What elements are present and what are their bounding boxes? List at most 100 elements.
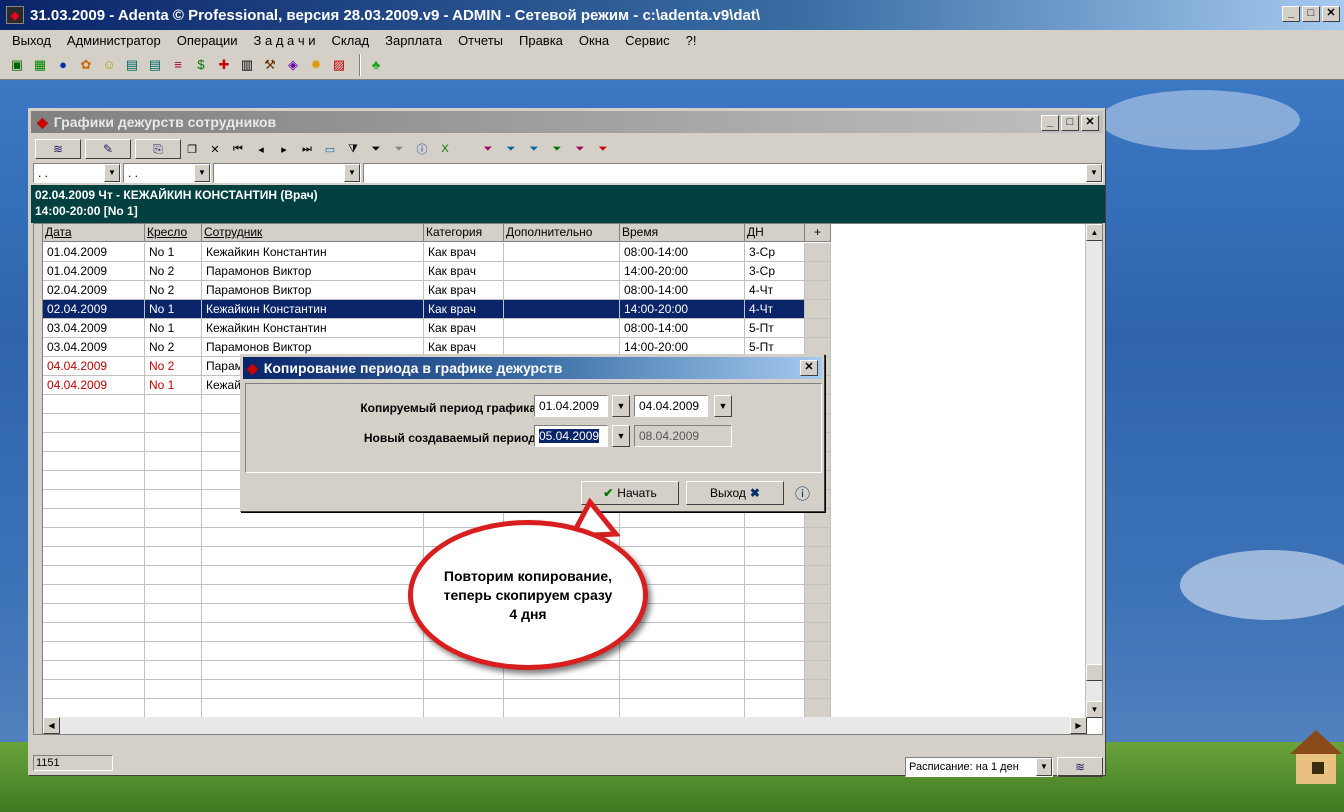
new-from-date[interactable]: 05.04.2009 <box>534 425 608 447</box>
menu-admin[interactable]: Администратор <box>59 33 169 48</box>
excel-icon[interactable]: X <box>438 141 452 157</box>
cell-chair[interactable]: No 2 <box>145 338 202 356</box>
cell-extra[interactable] <box>504 319 620 337</box>
cell-time[interactable]: 08:00-14:00 <box>620 243 745 261</box>
cell-day[interactable]: 3-Ср <box>745 262 805 280</box>
col-time[interactable]: Время <box>620 224 745 241</box>
cell-date[interactable]: 01.04.2009 <box>43 243 145 261</box>
tools-icon[interactable]: ⚒ <box>261 56 279 74</box>
col-category[interactable]: Категория <box>424 224 504 241</box>
vertical-scrollbar[interactable]: ▲ ▼ <box>1085 224 1102 718</box>
copy-schedule-button[interactable]: ⎘ <box>135 139 181 159</box>
sun-icon[interactable]: ✹ <box>307 56 325 74</box>
menu-exit[interactable]: Выход <box>4 33 59 48</box>
cell-date[interactable]: 03.04.2009 <box>43 319 145 337</box>
extra-filter[interactable]: ▼ <box>363 163 1103 183</box>
exit-button[interactable]: Выход ✖ <box>686 481 784 505</box>
patients-icon[interactable]: ▣ <box>8 56 26 74</box>
apply-schedule-button[interactable]: ≋ <box>1057 757 1103 777</box>
col-extra[interactable]: Дополнительно <box>504 224 620 241</box>
filter-add-icon[interactable]: ⧩ <box>346 141 360 157</box>
cell-time[interactable]: 14:00-20:00 <box>620 262 745 280</box>
smile-icon[interactable]: ☺ <box>100 56 118 74</box>
money-icon[interactable]: $ <box>192 56 210 74</box>
cell-time[interactable]: 08:00-14:00 <box>620 281 745 299</box>
minimize-button[interactable]: _ <box>1282 6 1300 22</box>
cell-date[interactable]: 01.04.2009 <box>43 262 145 280</box>
menu-operations[interactable]: Операции <box>169 33 246 48</box>
cell-category[interactable]: Как врач <box>424 262 504 280</box>
copy-from-date[interactable]: 01.04.2009 <box>534 395 608 417</box>
employee-filter[interactable]: ▼ <box>213 163 361 183</box>
maximize-button[interactable]: □ <box>1302 6 1320 22</box>
col-date[interactable]: Дата <box>43 224 145 241</box>
menu-salary[interactable]: Зарплата <box>377 33 450 48</box>
copy-icon[interactable]: ❐ <box>185 141 199 157</box>
menu-help[interactable]: ?! <box>678 33 705 48</box>
cell-day[interactable]: 4-Чт <box>745 281 805 299</box>
cell-extra[interactable] <box>504 281 620 299</box>
menu-warehouse[interactable]: Склад <box>324 33 378 48</box>
colors-icon[interactable]: ✿ <box>77 56 95 74</box>
child-minimize-button[interactable]: _ <box>1041 115 1059 131</box>
close-button[interactable]: ✕ <box>1322 6 1340 22</box>
filter-k-icon[interactable]: ⏷ <box>481 141 495 157</box>
table-row[interactable]: 01.04.2009 No 2 Парамонов Виктор Как врач 14… <box>43 262 831 281</box>
col-employee[interactable]: Сотрудник <box>202 224 424 241</box>
new-from-dropdown[interactable]: ▼ <box>612 425 630 447</box>
card2-icon[interactable]: ▤ <box>146 56 164 74</box>
cell-date[interactable]: 04.04.2009 <box>43 376 145 394</box>
help-info-icon[interactable]: ⓘ <box>795 483 810 504</box>
schedule-button[interactable]: ≋ <box>35 139 81 159</box>
col-chair[interactable]: Кресло <box>145 224 202 241</box>
clover-icon[interactable]: ♣ <box>367 56 385 74</box>
horizontal-scrollbar[interactable]: ◀ ▶ <box>43 717 1087 734</box>
cell-chair[interactable]: No 2 <box>145 262 202 280</box>
report-icon[interactable]: ▨ <box>330 56 348 74</box>
cell-date[interactable]: 04.04.2009 <box>43 357 145 375</box>
child-close-button[interactable]: ✕ <box>1081 115 1099 131</box>
last-record-icon[interactable]: ⏭ <box>300 141 314 157</box>
stack-icon[interactable]: ≡ <box>169 56 187 74</box>
cell-extra[interactable] <box>504 243 620 261</box>
cell-employee[interactable]: Кежайкин Константин <box>202 319 424 337</box>
cell-time[interactable]: 08:00-14:00 <box>620 319 745 337</box>
menu-windows[interactable]: Окна <box>571 33 617 48</box>
menu-edit[interactable]: Правка <box>511 33 571 48</box>
delete-icon[interactable]: ✕ <box>208 141 222 157</box>
cell-day[interactable]: 5-Пт <box>745 319 805 337</box>
cell-chair[interactable]: No 2 <box>145 281 202 299</box>
cell-category[interactable]: Как врач <box>424 300 504 318</box>
cell-chair[interactable]: No 1 <box>145 300 202 318</box>
scroll-up-icon[interactable]: ▲ <box>1086 224 1102 241</box>
filter-n-icon[interactable]: ⏷ <box>550 141 564 157</box>
cell-chair[interactable]: No 1 <box>145 376 202 394</box>
filter-icon[interactable]: ⏷ <box>369 141 383 157</box>
table-row[interactable]: 03.04.2009 No 1 Кежайкин Константин Как вра… <box>43 319 831 338</box>
cell-category[interactable]: Как врач <box>424 281 504 299</box>
edit-schedule-button[interactable]: ✎ <box>85 139 131 159</box>
cell-date[interactable]: 02.04.2009 <box>43 281 145 299</box>
schedule-mode-select[interactable]: Расписание: на 1 ден ▼ <box>905 757 1053 777</box>
filter-d-icon[interactable]: ⏷ <box>527 141 541 157</box>
scroll-left-icon[interactable]: ◀ <box>43 717 60 734</box>
copy-to-dropdown[interactable]: ▼ <box>714 395 732 417</box>
copy-from-dropdown[interactable]: ▼ <box>612 395 630 417</box>
cell-chair[interactable]: No 1 <box>145 319 202 337</box>
table-row[interactable]: 02.04.2009 No 1 Кежайкин Константин Как вра… <box>43 300 831 319</box>
cell-employee[interactable]: Парамонов Виктор <box>202 262 424 280</box>
cube-icon[interactable]: ◈ <box>284 56 302 74</box>
cell-day[interactable]: 3-Ср <box>745 243 805 261</box>
cell-category[interactable]: Как врач <box>424 319 504 337</box>
cell-chair[interactable]: No 1 <box>145 243 202 261</box>
col-day[interactable]: ДН <box>745 224 805 241</box>
copy-to-date[interactable]: 04.04.2009 <box>634 395 708 417</box>
info-icon[interactable]: ⓘ <box>415 141 429 157</box>
cell-extra[interactable] <box>504 262 620 280</box>
grid-icon[interactable]: ▦ <box>31 56 49 74</box>
scroll-right-icon[interactable]: ▶ <box>1070 717 1087 734</box>
table-row[interactable]: 01.04.2009 No 1 Кежайкин Константин Как вра… <box>43 243 831 262</box>
people-icon[interactable]: ● <box>54 56 72 74</box>
scroll-thumb[interactable] <box>1086 664 1102 681</box>
cell-time[interactable]: 14:00-20:00 <box>620 300 745 318</box>
